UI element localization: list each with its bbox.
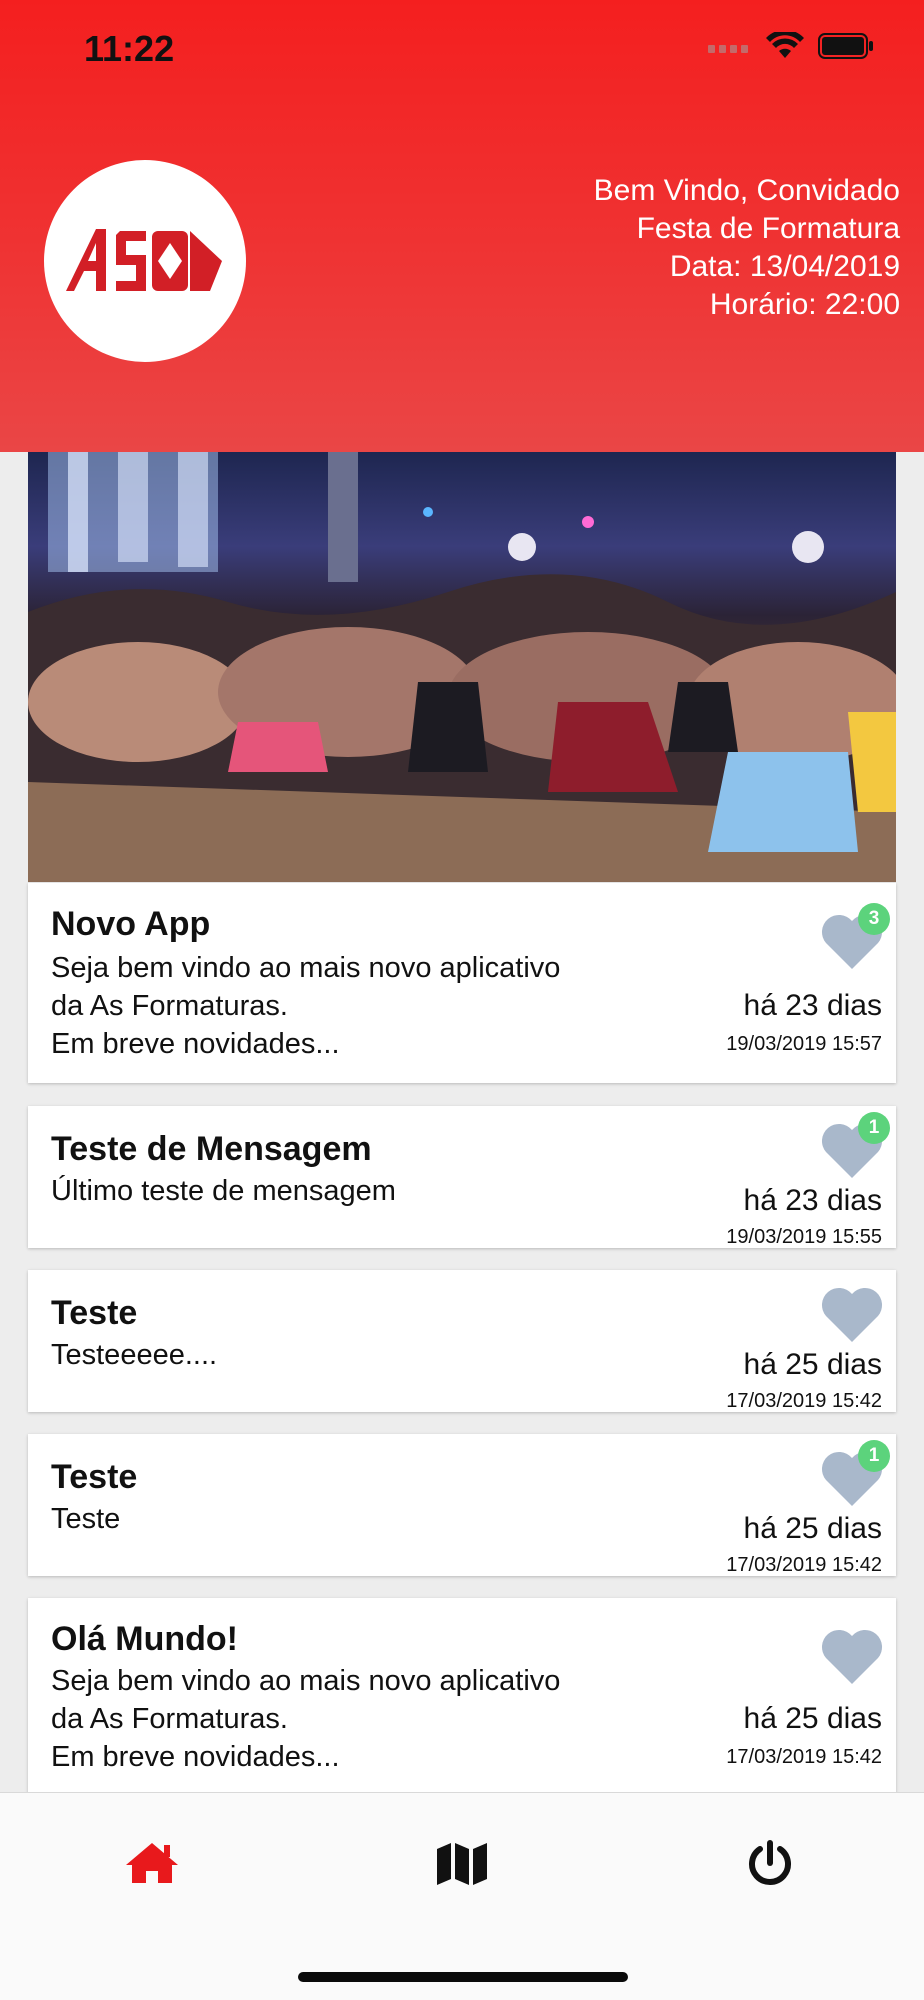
message-body: Último teste de mensagem bbox=[51, 1175, 396, 1207]
welcome-info: Bem Vindo, Convidado Festa de Formatura … bbox=[594, 172, 900, 324]
app-header: 11:22 Bem Vindo, Convidado Festa de Form… bbox=[0, 0, 924, 452]
message-title: Olá Mundo! bbox=[51, 1620, 238, 1658]
like-button[interactable] bbox=[820, 1628, 884, 1686]
welcome-text: Bem Vindo, Convidado bbox=[593, 174, 900, 207]
message-body: Seja bem vindo ao mais novo aplicativo d… bbox=[51, 1665, 561, 1773]
timestamp: 17/03/2019 15:42 bbox=[726, 1390, 882, 1412]
message-card[interactable]: Olá Mundo! Seja bem vindo ao mais novo a… bbox=[28, 1598, 896, 1792]
event-time: Horário: 22:00 bbox=[709, 288, 900, 321]
home-indicator[interactable] bbox=[298, 1972, 628, 1982]
heart-icon bbox=[821, 1287, 883, 1342]
message-title: Teste bbox=[51, 1458, 138, 1496]
message-card[interactable]: Teste Teste 1 há 25 dias 17/03/2019 15:4… bbox=[28, 1434, 896, 1576]
message-title: Teste de Mensagem bbox=[51, 1130, 372, 1168]
battery-icon bbox=[818, 33, 873, 59]
signal-icon bbox=[708, 45, 748, 53]
relative-time: há 25 dias bbox=[743, 1348, 882, 1381]
relative-time: há 23 dias bbox=[743, 1184, 882, 1217]
power-icon bbox=[749, 1840, 791, 1885]
like-count-badge: 1 bbox=[858, 1440, 890, 1472]
tab-map[interactable] bbox=[422, 1833, 502, 1893]
heart-icon bbox=[821, 1629, 883, 1684]
as-logo-icon bbox=[66, 229, 222, 291]
like-button[interactable] bbox=[820, 1286, 884, 1344]
tab-logout[interactable] bbox=[730, 1833, 810, 1893]
timestamp: 19/03/2019 15:57 bbox=[726, 1033, 882, 1055]
message-body: Seja bem vindo ao mais novo aplicativo d… bbox=[51, 952, 561, 1060]
brand-logo bbox=[44, 160, 246, 362]
message-title: Novo App bbox=[51, 905, 211, 943]
message-card[interactable]: Teste de Mensagem Último teste de mensag… bbox=[28, 1106, 896, 1248]
map-icon bbox=[437, 1843, 487, 1885]
message-card[interactable]: Novo App Seja bem vindo ao mais novo apl… bbox=[28, 883, 896, 1083]
banner-image bbox=[28, 452, 896, 882]
message-card[interactable]: Teste Testeeeee.... há 25 dias 17/03/201… bbox=[28, 1270, 896, 1412]
event-name: Festa de Formatura bbox=[636, 212, 900, 245]
relative-time: há 23 dias bbox=[743, 989, 882, 1022]
message-body: Testeeeee.... bbox=[51, 1339, 218, 1371]
tab-bar bbox=[0, 1792, 924, 2000]
like-count-badge: 3 bbox=[858, 903, 890, 935]
event-date: Data: 13/04/2019 bbox=[669, 250, 900, 283]
group-photo-icon bbox=[28, 452, 896, 882]
timestamp: 17/03/2019 15:42 bbox=[726, 1746, 882, 1768]
wifi-icon bbox=[766, 32, 804, 58]
home-icon bbox=[126, 1843, 178, 1883]
like-count-badge: 1 bbox=[858, 1112, 890, 1144]
tab-home[interactable] bbox=[112, 1833, 192, 1893]
status-icons bbox=[708, 32, 874, 60]
timestamp: 17/03/2019 15:42 bbox=[726, 1554, 882, 1576]
message-feed[interactable]: Novo App Seja bem vindo ao mais novo apl… bbox=[0, 452, 924, 1792]
relative-time: há 25 dias bbox=[743, 1512, 882, 1545]
timestamp: 19/03/2019 15:55 bbox=[726, 1226, 882, 1248]
relative-time: há 25 dias bbox=[743, 1702, 882, 1735]
message-body: Teste bbox=[51, 1503, 121, 1535]
status-time: 11:22 bbox=[84, 28, 175, 69]
message-title: Teste bbox=[51, 1294, 138, 1332]
